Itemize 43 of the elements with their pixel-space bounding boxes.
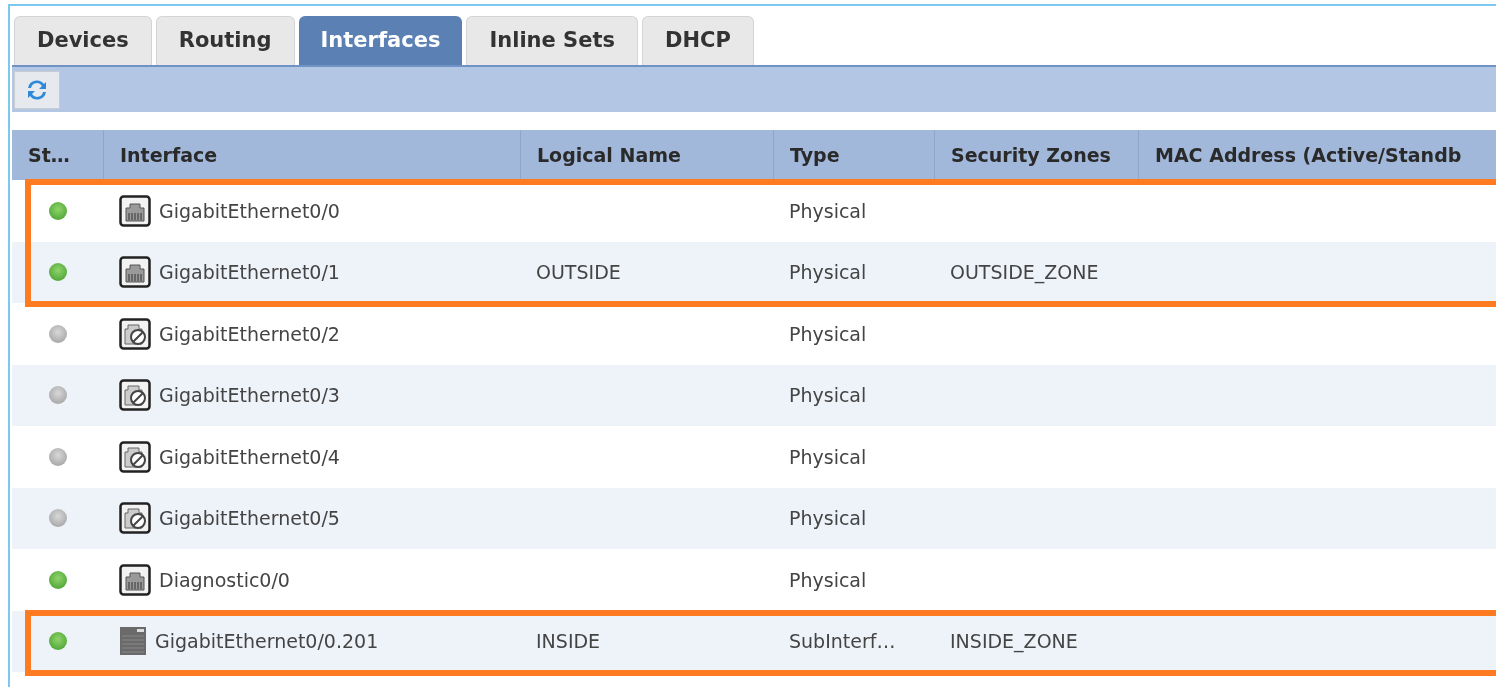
column-header[interactable]: Interface xyxy=(120,140,218,170)
table-cell-text: Physical xyxy=(789,567,867,593)
table-cell-text: GigabitEthernet0/4 xyxy=(159,444,340,470)
table-cell-text: Physical xyxy=(789,506,867,531)
table-row[interactable]: GigabitEthernet0/5 Physical xyxy=(12,487,1496,549)
table-cell-text: Physical xyxy=(789,321,867,347)
tab[interactable]: DHCP xyxy=(642,16,754,65)
ethernet-port-icon xyxy=(119,194,151,227)
disabled-port-icon xyxy=(119,317,151,350)
column-header[interactable]: Logical Name xyxy=(537,140,681,170)
subinterface-icon xyxy=(119,626,147,657)
table-cell-text: Physical xyxy=(789,260,867,285)
table-cell-text: GigabitEthernet0/5 xyxy=(159,506,340,531)
table-cell-text: Physical xyxy=(789,198,867,224)
tab[interactable]: Interfaces xyxy=(298,16,463,65)
column-header[interactable]: St… xyxy=(28,140,70,170)
table-cell-text: OUTSIDE xyxy=(536,260,621,285)
tab[interactable]: Routing xyxy=(155,16,295,65)
table-row[interactable]: GigabitEthernet0/1 OUTSIDE Physical OUTSIDE_ZONE xyxy=(12,241,1496,303)
column-header[interactable]: MAC Address (Active/Standb xyxy=(1155,140,1462,170)
tab[interactable]: Inline Sets xyxy=(466,16,639,65)
table-cell-text: SubInterf… xyxy=(789,629,896,654)
table-cell-text: GigabitEthernet0/0.201 xyxy=(155,629,379,654)
disabled-port-icon xyxy=(119,379,151,412)
table-cell-text: GigabitEthernet0/0 xyxy=(159,198,340,224)
ethernet-port-icon xyxy=(119,256,151,289)
table-cell-text: Physical xyxy=(789,444,867,470)
refresh-button[interactable] xyxy=(14,70,60,109)
table-row[interactable]: GigabitEthernet0/3 Physical xyxy=(12,364,1496,426)
table-cell-text: GigabitEthernet0/2 xyxy=(159,321,340,347)
tab[interactable]: Devices xyxy=(14,16,152,65)
table-cell-text: Physical xyxy=(789,383,867,408)
ethernet-port-icon xyxy=(119,563,151,596)
column-header[interactable]: Security Zones xyxy=(951,140,1111,170)
table-cell-text: GigabitEthernet0/1 xyxy=(159,260,340,285)
table-cell-text: Diagnostic0/0 xyxy=(159,567,290,593)
table-cell-text: INSIDE_ZONE xyxy=(950,629,1078,655)
column-header[interactable]: Type xyxy=(790,140,840,170)
table-cell-text: INSIDE xyxy=(536,629,601,654)
disabled-port-icon xyxy=(119,440,151,473)
table-cell-text: GigabitEthernet0/3 xyxy=(159,383,340,408)
disabled-port-icon xyxy=(119,502,151,535)
table-cell-text: OUTSIDE_ZONE xyxy=(950,260,1099,286)
